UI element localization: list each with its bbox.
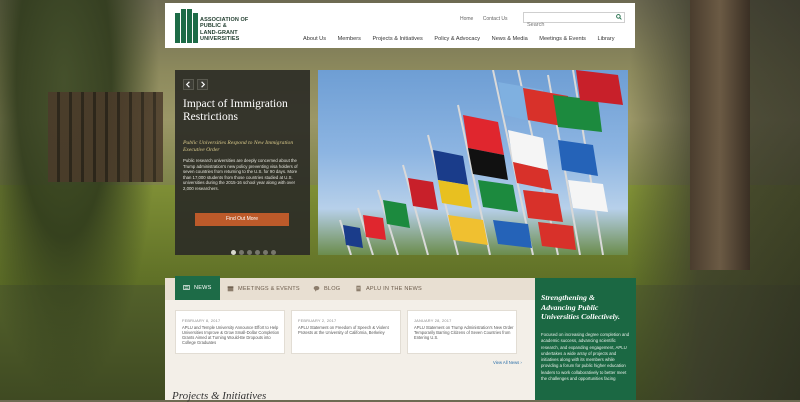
sidebar-title: Strengthening & Advancing Public Univers…	[541, 293, 620, 322]
search-box	[523, 12, 625, 30]
news-headline[interactable]: APLU Statement on Trump Administration's…	[414, 325, 514, 340]
news-headline[interactable]: APLU Statement on Freedom of Speech & Vi…	[298, 325, 398, 335]
find-out-more-button[interactable]: Find Out More	[195, 213, 289, 226]
slide-dot[interactable]	[255, 250, 260, 255]
sidebar-body: Focused on increasing degree completion …	[541, 332, 630, 382]
aplu-logo-icon[interactable]	[175, 9, 198, 43]
nav-item-policy[interactable]: Policy & Advocacy	[434, 36, 480, 42]
chevron-left-icon	[185, 81, 190, 88]
nav-item-meetings[interactable]: Meetings & Events	[539, 36, 586, 42]
slide-dot[interactable]	[247, 250, 252, 255]
document-icon	[356, 285, 361, 292]
tab-bar: NEWS MEETINGS & EVENTS BLOG APLU IN THE …	[165, 276, 535, 300]
search-input[interactable]	[524, 20, 615, 30]
chevron-right-icon	[201, 81, 206, 88]
slide-dot[interactable]	[263, 250, 268, 255]
nav-item-members[interactable]: Members	[338, 36, 361, 42]
news-card[interactable]: FEBRUARY 8, 2017 APLU and Temple Univers…	[175, 310, 285, 354]
mission-sidebar: Strengthening & Advancing Public Univers…	[535, 278, 636, 400]
site-header: ASSOCIATION OF PUBLIC & LAND-GRANT UNIVE…	[165, 3, 635, 48]
slide-dot[interactable]	[271, 250, 276, 255]
news-headline[interactable]: APLU and Temple University Announce Effo…	[182, 325, 282, 345]
tab-meetings-events[interactable]: MEETINGS & EVENTS	[227, 278, 300, 300]
background-building	[48, 92, 163, 182]
view-all-news-link[interactable]: View All News ›	[493, 360, 522, 365]
newspaper-icon	[183, 285, 190, 290]
calendar-icon	[227, 286, 234, 292]
tab-blog[interactable]: BLOG	[313, 278, 340, 300]
news-card[interactable]: FEBRUARY 2, 2017 APLU Statement on Freed…	[291, 310, 401, 354]
next-slide-button[interactable]	[197, 79, 208, 90]
slide-dot[interactable]	[239, 250, 244, 255]
background-tree-trunk	[690, 0, 750, 270]
slide-pager	[231, 242, 279, 260]
news-date: JANUARY 28, 2017	[414, 318, 452, 323]
hero-title[interactable]: Impact of Immigration Restrictions	[183, 98, 303, 124]
news-date: FEBRUARY 8, 2017	[182, 318, 221, 323]
hero-caption-panel: Impact of Immigration Restrictions Publi…	[175, 70, 310, 255]
nav-item-news-media[interactable]: News & Media	[492, 36, 528, 42]
slide-dot[interactable]	[231, 250, 236, 255]
news-section: NEWS MEETINGS & EVENTS BLOG APLU IN THE …	[165, 276, 535, 402]
utility-nav: Home Contact Us	[460, 16, 515, 22]
search-icon[interactable]	[616, 14, 622, 20]
tab-news[interactable]: NEWS	[175, 276, 220, 300]
flags-illustration	[339, 70, 623, 255]
chat-bubble-icon	[313, 286, 320, 292]
nav-item-projects[interactable]: Projects & Initiatives	[372, 36, 422, 42]
utility-link-home[interactable]: Home	[460, 16, 473, 22]
nav-item-library[interactable]: Library	[597, 36, 614, 42]
nav-item-about-us[interactable]: About Us	[303, 36, 326, 42]
projects-heading: Projects & Initiatives	[172, 390, 267, 402]
hero-subtitle: Public Universities Respond to New Immig…	[183, 140, 294, 153]
main-nav: About Us Members Projects & Initiatives …	[303, 36, 625, 42]
utility-link-contact[interactable]: Contact Us	[483, 16, 508, 22]
hero-body: Public research universities are deeply …	[183, 158, 298, 191]
hero-flags-image[interactable]	[318, 70, 628, 255]
previous-slide-button[interactable]	[183, 79, 194, 90]
background-tree-left	[0, 0, 160, 400]
logo-text[interactable]: ASSOCIATION OF PUBLIC & LAND-GRANT UNIVE…	[200, 17, 248, 42]
tab-aplu-in-the-news[interactable]: APLU IN THE NEWS	[355, 278, 422, 300]
news-date: FEBRUARY 2, 2017	[298, 318, 337, 323]
news-card[interactable]: JANUARY 28, 2017 APLU Statement on Trump…	[407, 310, 517, 354]
